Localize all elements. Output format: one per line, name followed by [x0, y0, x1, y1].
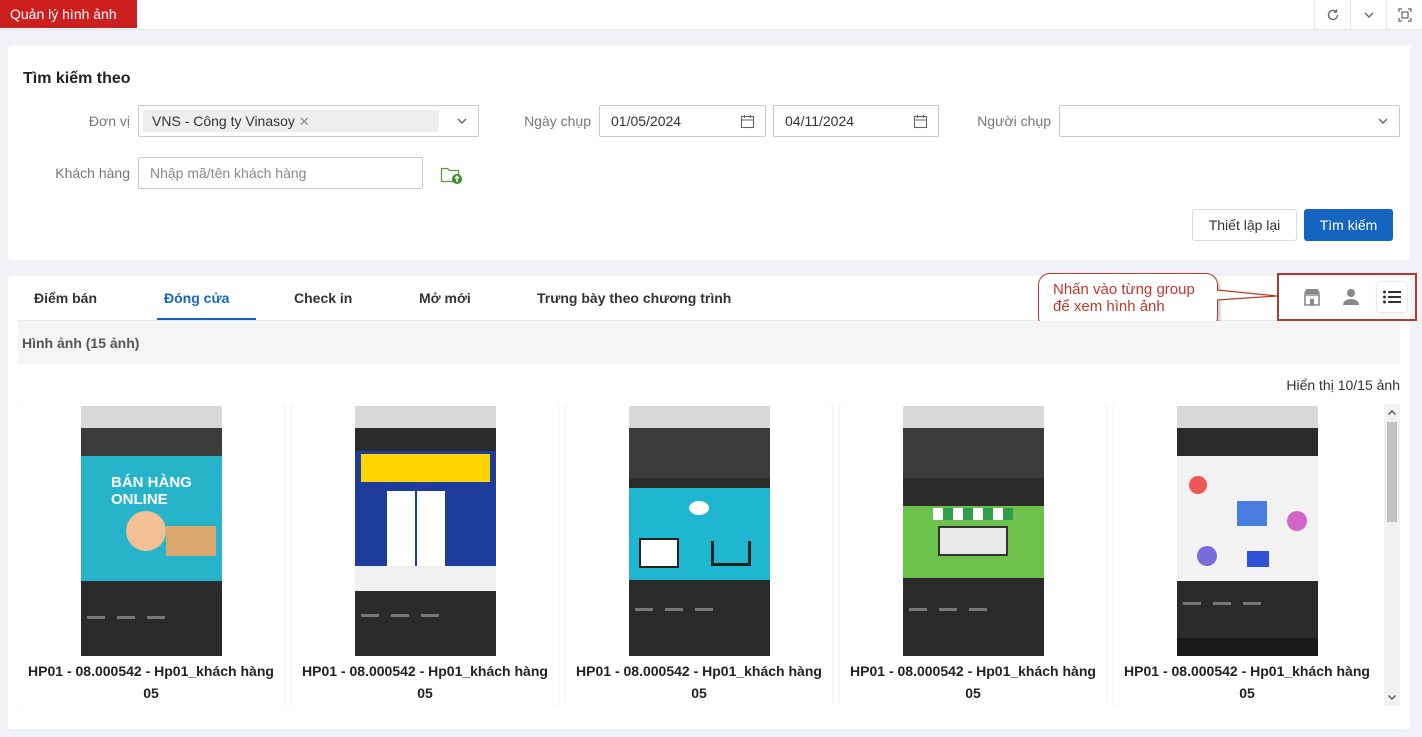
fullscreen-icon[interactable] — [1386, 0, 1422, 30]
scrollbar-thumb[interactable] — [1387, 422, 1397, 522]
image-section-header: Hình ảnh (15 ảnh) — [18, 321, 1400, 364]
photographer-label: Người chụp — [977, 113, 1051, 129]
tab-mo-moi[interactable]: Mở mới — [419, 290, 471, 306]
image-list-panel: Điểm bán Đóng cửa Check in Mở mới Trưng … — [8, 273, 1417, 729]
callout-line-1: Nhấn vào từng group — [1053, 281, 1195, 298]
refresh-icon[interactable] — [1314, 0, 1350, 30]
folder-upload-icon[interactable] — [440, 164, 464, 186]
unit-label: Đơn vị — [88, 113, 130, 129]
tab-dong-cua[interactable]: Đóng cửa — [164, 290, 229, 306]
image-overlay-text: BÁN HÀNG ONLINE — [111, 474, 192, 508]
image-caption: HP01 - 08.000542 - Hp01_khách hàng 05 — [1124, 663, 1370, 701]
chevron-down-icon[interactable] — [1350, 0, 1386, 30]
photographer-select[interactable] — [1059, 105, 1400, 137]
tab-check-in[interactable]: Check in — [294, 290, 352, 306]
list-icon[interactable] — [1377, 282, 1407, 312]
calendar-icon[interactable] — [913, 114, 928, 129]
search-panel: Tìm kiếm theo Đơn vị VNS - Công ty Vinas… — [8, 45, 1410, 260]
search-title: Tìm kiếm theo — [23, 70, 131, 87]
image-thumbnail[interactable] — [355, 406, 496, 656]
app-title-tab[interactable]: Quản lý hình ảnh — [0, 0, 137, 28]
customer-placeholder: Nhập mã/tên khách hàng — [150, 165, 307, 181]
date-from-value: 01/05/2024 — [611, 113, 682, 129]
image-caption: HP01 - 08.000542 - Hp01_khách hàng 05 — [302, 663, 548, 701]
image-card[interactable]: BÁN HÀNG ONLINE HP01 - 08.000542 - Hp01_… — [18, 404, 284, 706]
unit-tag: VNS - Công ty Vinasoy ✕ — [143, 110, 439, 132]
group-tabs: Điểm bán Đóng cửa Check in Mở mới Trưng … — [18, 273, 1417, 329]
image-thumbnail[interactable] — [1177, 406, 1318, 656]
image-count: Hiển thị 10/15 ảnh — [1286, 377, 1400, 393]
tab-trung-bay[interactable]: Trưng bày theo chương trình — [537, 290, 731, 306]
remove-tag-icon[interactable]: ✕ — [299, 114, 310, 129]
customer-label: Khách hàng — [55, 165, 130, 181]
unit-select[interactable]: VNS - Công ty Vinasoy ✕ — [138, 105, 479, 137]
view-mode-group — [1277, 273, 1417, 321]
date-to-field[interactable]: 04/11/2024 — [773, 105, 939, 137]
image-card[interactable]: HP01 - 08.000542 - Hp01_khách hàng 05 — [840, 404, 1106, 706]
image-card[interactable]: HP01 - 08.000542 - Hp01_khách hàng 05 — [566, 404, 832, 706]
active-tab-indicator — [157, 318, 256, 320]
chevron-down-icon[interactable] — [1377, 115, 1389, 127]
image-caption: HP01 - 08.000542 - Hp01_khách hàng 05 — [850, 663, 1096, 701]
callout-line-2: để xem hình ảnh — [1053, 298, 1165, 315]
date-to-value: 04/11/2024 — [785, 113, 855, 129]
chevron-down-icon[interactable] — [456, 115, 468, 127]
window-controls — [1314, 0, 1422, 30]
scroll-down-icon[interactable] — [1387, 692, 1397, 702]
calendar-icon[interactable] — [740, 114, 755, 129]
callout-pointer — [1217, 289, 1277, 301]
image-thumbnail[interactable] — [629, 406, 770, 656]
search-button[interactable]: Tìm kiếm — [1304, 209, 1393, 241]
tab-diem-ban[interactable]: Điểm bán — [34, 290, 97, 306]
date-from-field[interactable]: 01/05/2024 — [599, 105, 766, 137]
top-bar: Quản lý hình ảnh — [0, 0, 1422, 30]
image-grid-scrollbar[interactable] — [1384, 404, 1400, 706]
date-label: Ngày chụp — [524, 113, 591, 129]
image-grid: BÁN HÀNG ONLINE HP01 - 08.000542 - Hp01_… — [18, 404, 1378, 706]
image-card[interactable]: HP01 - 08.000542 - Hp01_khách hàng 05 — [292, 404, 558, 706]
image-thumbnail[interactable] — [903, 406, 1044, 656]
image-caption: HP01 - 08.000542 - Hp01_khách hàng 05 — [576, 663, 822, 701]
person-icon[interactable] — [1336, 282, 1366, 312]
store-icon[interactable] — [1297, 282, 1327, 312]
image-section-title: Hình ảnh (15 ảnh) — [22, 335, 140, 351]
customer-input[interactable]: Nhập mã/tên khách hàng — [138, 157, 423, 189]
image-caption: HP01 - 08.000542 - Hp01_khách hàng 05 — [28, 663, 274, 701]
scroll-up-icon[interactable] — [1387, 408, 1397, 418]
image-card[interactable]: HP01 - 08.000542 - Hp01_khách hàng 05 — [1114, 404, 1378, 706]
image-thumbnail[interactable]: BÁN HÀNG ONLINE — [81, 406, 222, 656]
unit-tag-text: VNS - Công ty Vinasoy — [152, 113, 295, 129]
reset-button[interactable]: Thiết lập lại — [1192, 209, 1297, 241]
